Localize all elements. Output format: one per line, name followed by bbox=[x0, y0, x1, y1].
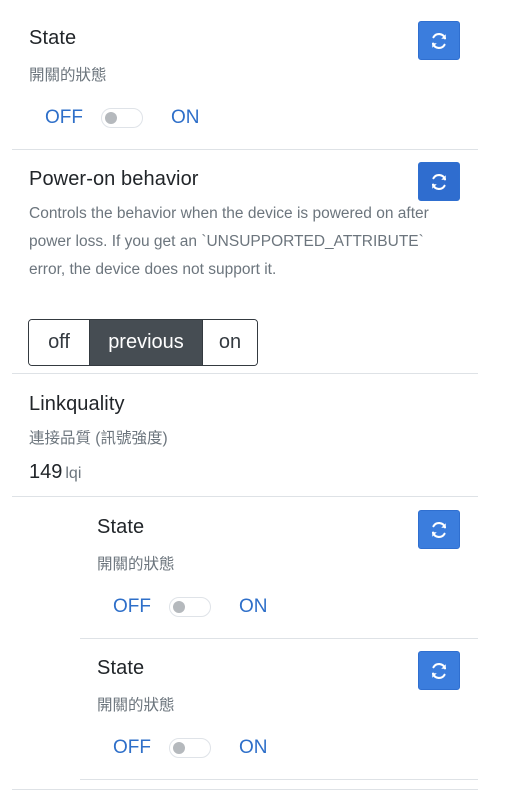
state-toggle-switch[interactable] bbox=[101, 108, 143, 128]
power-on-behavior-panel: Power-on behavior Controls the behavior … bbox=[12, 149, 478, 374]
refresh-icon bbox=[431, 173, 447, 190]
option-off[interactable]: off bbox=[29, 320, 89, 365]
state-title: State bbox=[29, 27, 77, 49]
linkquality-title: Linkquality bbox=[29, 393, 125, 415]
state-l1-panel: State 開關的狀態 OFF ON bbox=[80, 496, 478, 639]
state-l1-on-label[interactable]: ON bbox=[239, 595, 268, 619]
refresh-icon bbox=[431, 521, 447, 538]
state-l2-toggle-switch[interactable] bbox=[169, 738, 211, 758]
power-on-title: Power-on behavior bbox=[29, 168, 199, 190]
state-l1-refresh-button[interactable] bbox=[418, 510, 460, 549]
state-l2-refresh-button[interactable] bbox=[418, 651, 460, 690]
refresh-icon bbox=[431, 32, 447, 49]
power-on-refresh-button[interactable] bbox=[418, 162, 460, 201]
linkquality-panel: Linkquality 連接品質 (訊號強度) 149 lqi bbox=[12, 373, 478, 497]
state-off-label[interactable]: OFF bbox=[45, 106, 83, 130]
state-on-label[interactable]: ON bbox=[171, 106, 200, 130]
linkquality-value: 149 bbox=[29, 461, 63, 483]
option-on[interactable]: on bbox=[202, 320, 257, 365]
state-l1-subtitle: 開關的狀態 bbox=[97, 556, 175, 573]
state-l2-subtitle: 開關的狀態 bbox=[97, 697, 175, 714]
state-l1-title: State bbox=[97, 516, 145, 538]
state-l2-on-label[interactable]: ON bbox=[239, 736, 268, 760]
toggle-knob bbox=[173, 600, 185, 613]
state-toggle-row: OFF ON bbox=[12, 106, 478, 130]
toggle-knob bbox=[173, 741, 185, 754]
state-l1-off-label[interactable]: OFF bbox=[113, 595, 151, 619]
state-l1-toggle-row: OFF ON bbox=[80, 595, 478, 619]
linkquality-unit: lqi bbox=[65, 465, 82, 482]
state-subtitle: 開關的狀態 bbox=[29, 67, 107, 84]
refresh-icon bbox=[431, 662, 447, 679]
state-l2-toggle-row: OFF ON bbox=[80, 736, 478, 760]
state-refresh-button[interactable] bbox=[418, 21, 460, 60]
state-l2-title: State bbox=[97, 657, 145, 679]
state-l2-off-label[interactable]: OFF bbox=[113, 736, 151, 760]
power-on-options: off previous on bbox=[28, 319, 258, 366]
linkquality-subtitle: 連接品質 (訊號強度) bbox=[29, 430, 168, 447]
state-panel: State 開關的狀態 OFF ON bbox=[12, 0, 478, 150]
state-l1-toggle-switch[interactable] bbox=[169, 597, 211, 617]
power-on-description: Controls the behavior when the device is… bbox=[29, 205, 429, 278]
bottom-divider bbox=[12, 789, 478, 790]
linkquality-readout: 149 lqi bbox=[29, 461, 81, 484]
option-previous[interactable]: previous bbox=[89, 320, 202, 365]
toggle-knob bbox=[105, 111, 117, 124]
state-l2-panel: State 開關的狀態 OFF ON bbox=[80, 638, 478, 780]
